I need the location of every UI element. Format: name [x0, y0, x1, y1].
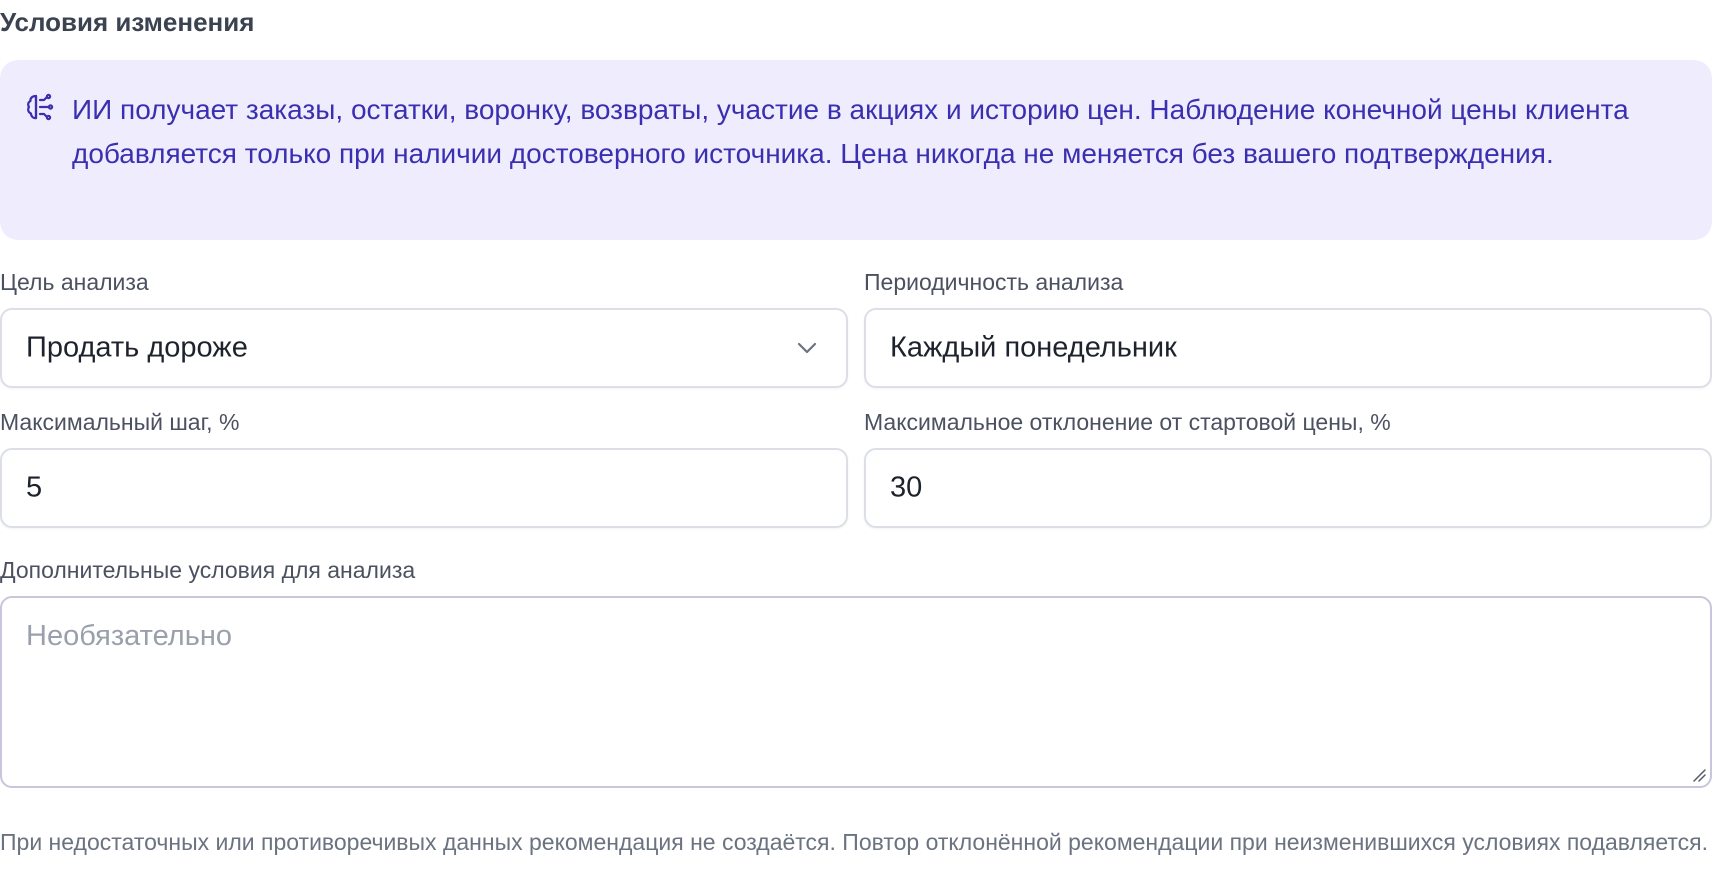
chevron-down-icon [796, 341, 818, 355]
section-title: Условия изменения [0, 7, 255, 37]
frequency-label: Периодичность анализа [864, 269, 1124, 295]
info-banner-text: ИИ получает заказы, остатки, воронку, во… [72, 94, 1629, 169]
max-deviation-input[interactable]: 30 [864, 448, 1712, 528]
extra-conditions-label: Дополнительные условия для анализа [0, 557, 416, 583]
max-step-label: Максимальный шаг, % [0, 409, 240, 435]
resize-handle-icon[interactable] [1692, 768, 1706, 782]
frequency-field[interactable]: Каждый понедельник [864, 308, 1712, 388]
change-conditions-section: Условия изменения ИИ получает заказы, ос… [0, 0, 1712, 896]
brain-icon [24, 92, 54, 122]
max-deviation-label: Максимальное отклонение от стартовой цен… [864, 409, 1391, 435]
extra-conditions-placeholder: Необязательно [26, 620, 232, 652]
frequency-field-value: Каждый понедельник [890, 331, 1177, 364]
goal-select-value: Продать дороже [26, 331, 248, 364]
extra-conditions-textarea[interactable]: Необязательно [0, 596, 1712, 788]
goal-label: Цель анализа [0, 269, 149, 295]
max-step-input-value: 5 [26, 471, 43, 504]
info-banner: ИИ получает заказы, остатки, воронку, во… [0, 60, 1712, 240]
goal-select[interactable]: Продать дороже [0, 308, 848, 388]
max-step-input[interactable]: 5 [0, 448, 848, 528]
max-deviation-input-value: 30 [890, 471, 923, 504]
footer-note: При недостаточных или противоречивых дан… [0, 829, 1709, 855]
